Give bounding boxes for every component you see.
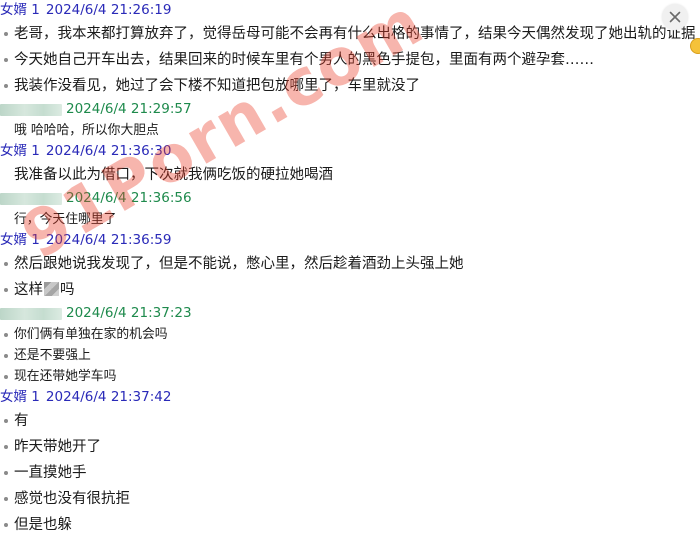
- message-line: 现在还带她学车吗: [0, 366, 700, 387]
- message-text: 一直摸她手: [14, 465, 87, 481]
- censor-mosaic: [44, 282, 59, 296]
- bullet-icon: [4, 288, 8, 292]
- bullet-icon: [4, 262, 8, 266]
- message-line: 我准备以此为借口，下次就我俩吃饭的硬拉她喝酒: [0, 162, 700, 188]
- message-header: 女婿 1 2024/6/4 21:36:59: [0, 230, 700, 251]
- message-text: 哦 哈哈哈，所以你大胆点: [14, 123, 159, 138]
- message-text: 这样: [14, 282, 43, 298]
- bullet-icon: [4, 445, 8, 449]
- masked-sender-name: [0, 103, 62, 116]
- bullet-icon: [4, 332, 8, 337]
- message-header: 女婿 1 2024/6/4 21:26:19: [0, 0, 700, 21]
- message-line: 老哥，我本来都打算放弃了，觉得岳母可能不会再有什么出格的事情了，结果今天偶然发现…: [0, 21, 700, 47]
- sender-name: 女婿 1: [0, 2, 40, 18]
- message-line: 然后跟她说我发现了，但是不能说，憋心里，然后趁着酒劲上头强上她: [0, 251, 700, 277]
- bullet-icon: [4, 374, 8, 379]
- masked-sender-name: [0, 192, 62, 205]
- message-text: 我装作没看见，她过了会下楼不知道把包放哪里了，车里就没了: [14, 78, 420, 94]
- message-line: 一直摸她手: [0, 460, 700, 486]
- message-timestamp: 2024/6/4 21:36:59: [45, 232, 172, 248]
- message-line: 我装作没看见，她过了会下楼不知道把包放哪里了，车里就没了: [0, 73, 700, 99]
- message-text: 行，今天住哪里了: [14, 212, 117, 227]
- message-timestamp: 2024/6/4 21:26:19: [45, 2, 172, 18]
- sender-name: 女婿 1: [0, 389, 40, 405]
- message-text: 有: [14, 413, 29, 429]
- message-line: 有: [0, 408, 700, 434]
- bullet-icon: [4, 471, 8, 475]
- masked-sender-name: [0, 307, 62, 320]
- message-header: 女婿 1 2024/6/4 21:36:30: [0, 141, 700, 162]
- message-timestamp: 2024/6/4 21:37:23: [66, 305, 192, 321]
- message-line: 行，今天住哪里了: [0, 209, 700, 230]
- message-header: 2024/6/4 21:37:23: [0, 303, 700, 324]
- message-text: 还是不要强上: [14, 348, 91, 363]
- message-line: 今天她自己开车出去，结果回来的时候车里有个男人的黑色手提包，里面有两个避孕套……: [0, 47, 700, 73]
- sender-name: 女婿 1: [0, 232, 40, 248]
- message-line: 但是也躲: [0, 512, 700, 538]
- message-text: 我准备以此为借口，下次就我俩吃饭的硬拉她喝酒: [14, 167, 333, 183]
- bullet-icon: [4, 353, 8, 358]
- message-line: 昨天带她开了: [0, 434, 700, 460]
- message-text: 吗: [60, 282, 75, 298]
- message-timestamp: 2024/6/4 21:29:57: [66, 101, 192, 117]
- message-line: 感觉也没有很抗拒: [0, 486, 700, 512]
- message-timestamp: 2024/6/4 21:36:56: [66, 190, 192, 206]
- emoji-icon: [690, 38, 700, 54]
- message-timestamp: 2024/6/4 21:36:30: [45, 143, 172, 159]
- bullet-icon: [4, 58, 8, 62]
- message-text: 感觉也没有很抗拒: [14, 491, 130, 507]
- message-line: 你们俩有单独在家的机会吗: [0, 324, 700, 345]
- bullet-icon: [4, 523, 8, 527]
- bullet-icon: [4, 497, 8, 501]
- message-text: 今天她自己开车出去，结果回来的时候车里有个男人的黑色手提包，里面有两个避孕套……: [14, 52, 594, 68]
- message-text: 昨天带她开了: [14, 439, 101, 455]
- message-header: 2024/6/4 21:36:56: [0, 188, 700, 209]
- message-text: 你们俩有单独在家的机会吗: [14, 327, 168, 342]
- message-text: 然后跟她说我发现了，但是不能说，憋心里，然后趁着酒劲上头强上她: [14, 256, 464, 272]
- close-button[interactable]: [662, 4, 688, 30]
- bullet-icon: [4, 419, 8, 423]
- message-header: 女婿 1 2024/6/4 21:37:42: [0, 387, 700, 408]
- bullet-icon: [4, 32, 8, 36]
- message-text: 老哥，我本来都打算放弃了，觉得岳母可能不会再有什么出格的事情了，结果今天偶然发现…: [14, 26, 696, 42]
- message-header: 2024/6/4 21:29:57: [0, 99, 700, 120]
- message-line: 还是不要强上: [0, 345, 700, 366]
- message-text: 现在还带她学车吗: [14, 369, 117, 384]
- sender-name: 女婿 1: [0, 143, 40, 159]
- bullet-icon: [4, 84, 8, 88]
- close-icon: [669, 11, 681, 23]
- message-timestamp: 2024/6/4 21:37:42: [45, 389, 172, 405]
- message-text: 但是也躲: [14, 517, 72, 533]
- message-line: 哦 哈哈哈，所以你大胆点: [0, 120, 700, 141]
- chat-log: 女婿 1 2024/6/4 21:26:19 老哥，我本来都打算放弃了，觉得岳母…: [0, 0, 700, 550]
- message-line: 这样 吗: [0, 277, 700, 303]
